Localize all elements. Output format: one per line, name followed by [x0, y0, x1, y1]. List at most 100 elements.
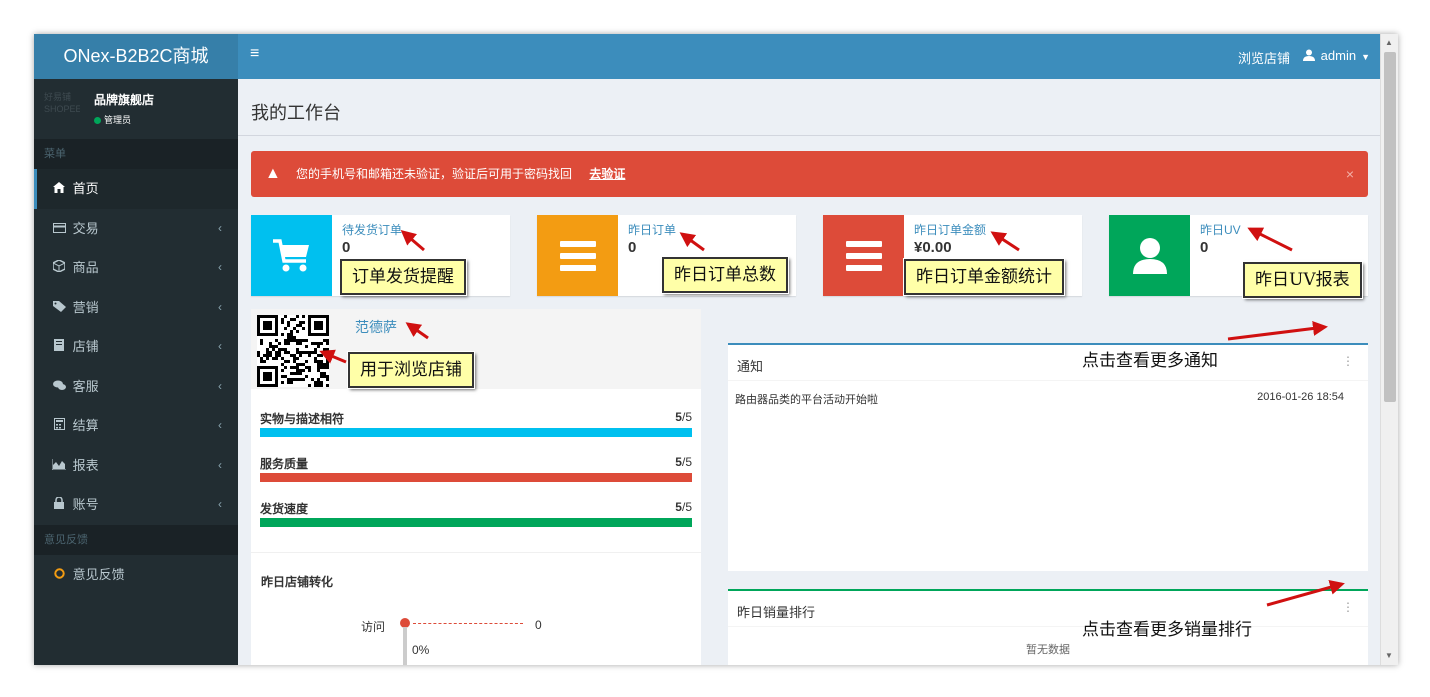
more-vertical-icon[interactable]: ⋮ — [1342, 600, 1354, 614]
list-icon — [537, 215, 618, 296]
avatar: 好易铺 SHOPEE — [44, 92, 80, 114]
sidebar-item-label: 首页 — [72, 181, 99, 196]
cube-icon — [49, 250, 69, 290]
funnel-line — [413, 623, 523, 624]
rating-bar-fill — [260, 518, 692, 527]
scroll-thumb[interactable] — [1384, 52, 1396, 402]
caret-down-icon: ▼ — [1361, 52, 1370, 62]
feedback-header: 意见反馈 — [34, 524, 238, 555]
sales-rank-box: 昨日销量排行 ⋮ 暂无数据 — [728, 589, 1368, 665]
shop-panel: 范德萨 实物与描述相符 5/5 服务质量 5/5 发货速度 5/5 昨日店铺转化… — [251, 309, 701, 665]
chevron-left-icon: ‹ — [218, 299, 222, 314]
sidebar-item-shop[interactable]: 店铺 ‹ — [34, 327, 238, 367]
funnel-percent: 0% — [412, 643, 430, 657]
verify-link[interactable]: 去验证 — [589, 167, 625, 181]
rating-bar — [260, 473, 692, 482]
sidebar-item-label: 报表 — [72, 457, 99, 473]
calculator-icon — [49, 408, 69, 448]
user-name: 品牌旗舰店 — [94, 93, 155, 107]
rating-score: 5/5 — [675, 455, 692, 469]
circle-icon — [49, 557, 69, 597]
rating-bar — [260, 518, 692, 527]
funnel-value: 0 — [535, 618, 542, 632]
rating-bar — [260, 428, 692, 437]
chevron-left-icon: ‹ — [218, 457, 222, 472]
annotation-note: 点击查看更多通知 — [1082, 351, 1218, 371]
sidebar-item-label: 账号 — [72, 497, 99, 512]
sidebar-item-marketing[interactable]: 营销 ‹ — [34, 288, 238, 328]
app-logo[interactable]: ONex-B2B2C商城 — [34, 34, 238, 79]
sidebar-toggle-icon[interactable]: ≡ — [250, 45, 259, 63]
sidebar-item-feedback[interactable]: 意见反馈 — [34, 555, 238, 595]
sidebar-item-label: 营销 — [72, 299, 99, 315]
stat-label[interactable]: 昨日订单 — [628, 221, 676, 238]
rating-row: 发货速度 5/5 — [260, 500, 692, 527]
list-icon — [823, 215, 904, 296]
annotation-note: 点击查看更多销量排行 — [1082, 620, 1252, 640]
user-icon — [1302, 49, 1315, 61]
stat-label[interactable]: 待发货订单 — [342, 221, 402, 238]
scrollbar[interactable]: ▲ ▼ — [1380, 34, 1398, 665]
book-icon — [49, 329, 69, 369]
sidebar-item-service[interactable]: 客服 ‹ — [34, 367, 238, 407]
close-icon[interactable]: × — [1346, 151, 1354, 197]
verify-alert: ▲ 您的手机号和邮箱还未验证，验证后可用于密码找回 去验证 × — [251, 151, 1368, 197]
notice-header: 通知 ⋮ — [728, 345, 1368, 381]
stat-label[interactable]: 昨日订单金额 — [914, 221, 986, 238]
top-navbar: ≡ 浏览店铺 admin ▼ — [238, 34, 1398, 79]
user-role-label: 管理员 — [104, 115, 132, 125]
user-menu[interactable]: admin ▼ — [1302, 48, 1370, 63]
rating-label: 服务质量 — [260, 457, 309, 471]
home-icon — [49, 171, 69, 211]
sidebar: ONex-B2B2C商城 好易铺 SHOPEE 品牌旗舰店 管理员 菜单 首页 … — [34, 34, 238, 665]
sidebar-item-label: 意见反馈 — [72, 566, 125, 582]
sidebar-item-account[interactable]: 账号 ‹ — [34, 485, 238, 525]
online-status-icon — [94, 117, 101, 125]
annotation-callout: 昨日订单金额统计 — [903, 258, 1065, 296]
sidebar-item-label: 结算 — [72, 418, 99, 433]
tag-icon — [49, 290, 69, 330]
menu-header: 菜单 — [34, 139, 238, 169]
alert-text: 您的手机号和邮箱还未验证，验证后可用于密码找回 — [296, 167, 573, 181]
area-chart-icon — [49, 448, 69, 488]
chevron-left-icon: ‹ — [218, 260, 222, 274]
stat-value: 0 — [1200, 239, 1209, 256]
page-title: 我的工作台 — [251, 103, 341, 123]
more-vertical-icon[interactable]: ⋮ — [1342, 354, 1354, 368]
divider — [251, 552, 701, 553]
sidebar-item-report[interactable]: 报表 ‹ — [34, 446, 238, 486]
scroll-down-icon[interactable]: ▼ — [1385, 651, 1393, 660]
chevron-left-icon: ‹ — [218, 418, 222, 432]
shop-header: 范德萨 — [251, 309, 701, 389]
warning-icon: ▲ — [265, 165, 281, 182]
stat-label[interactable]: 昨日UV — [1200, 221, 1241, 238]
browse-shop-link[interactable]: 浏览店铺 — [1238, 48, 1290, 67]
user-role: 管理员 — [94, 113, 131, 126]
conversion-title: 昨日店铺转化 — [261, 575, 334, 589]
user-icon — [1109, 215, 1190, 296]
notice-box: 通知 ⋮ 路由器品类的平台活动开始啦 2016-01-26 18:54 — [728, 343, 1368, 571]
annotation-callout: 昨日订单总数 — [661, 256, 789, 294]
rating-bar-fill — [260, 428, 692, 437]
sidebar-item-home[interactable]: 首页 — [34, 169, 238, 209]
stat-value: 0 — [342, 239, 351, 256]
sales-rank-header: 昨日销量排行 ⋮ — [728, 591, 1368, 627]
divider — [238, 135, 1381, 136]
sidebar-item-settlement[interactable]: 结算 ‹ — [34, 406, 238, 446]
sidebar-item-label: 客服 — [72, 378, 99, 394]
annotation-callout: 用于浏览店铺 — [347, 351, 475, 389]
annotation-callout: 昨日UV报表 — [1242, 261, 1363, 299]
sidebar-item-goods[interactable]: 商品 ‹ — [34, 248, 238, 288]
scroll-up-icon[interactable]: ▲ — [1385, 38, 1393, 47]
shop-name[interactable]: 范德萨 — [355, 317, 397, 337]
sidebar-item-label: 店铺 — [72, 339, 99, 354]
rating-row: 服务质量 5/5 — [260, 455, 692, 482]
stat-value: ¥0.00 — [914, 239, 952, 256]
qr-code-icon[interactable] — [257, 315, 329, 387]
funnel-axis — [403, 627, 407, 665]
rating-score: 5/5 — [675, 410, 692, 424]
chevron-left-icon: ‹ — [218, 378, 222, 393]
notice-item-title[interactable]: 路由器品类的平台活动开始啦 — [735, 391, 878, 407]
rating-score: 5/5 — [675, 500, 692, 514]
sidebar-item-trade[interactable]: 交易 ‹ — [34, 209, 238, 249]
